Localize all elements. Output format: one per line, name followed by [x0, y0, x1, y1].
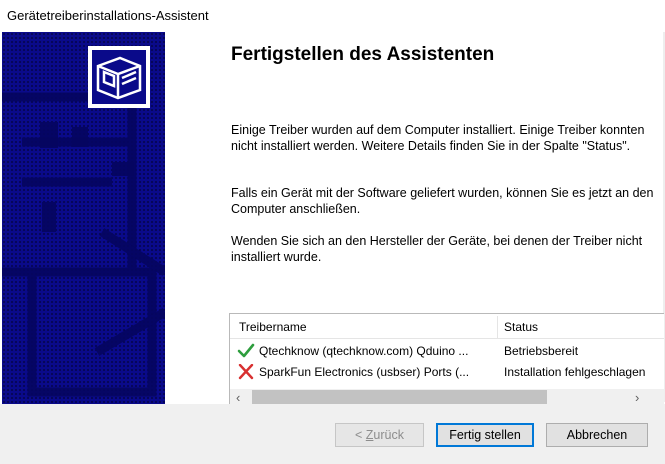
cancel-button[interactable]: Abbrechen: [546, 423, 648, 447]
list-item[interactable]: Qtechknow (qtechknow.com) Qduino ... Bet…: [230, 341, 664, 362]
back-button-label: urück: [373, 428, 404, 442]
wizard-content: Fertigstellen des Assistenten Einige Tre…: [165, 32, 664, 405]
scroll-right-icon[interactable]: ›: [635, 390, 639, 405]
error-x-icon: [238, 364, 254, 380]
info-paragraph-manufacturer: Wenden Sie sich an den Hersteller der Ge…: [231, 234, 643, 264]
list-header: Treibername Status: [230, 314, 664, 339]
scroll-left-icon[interactable]: ‹: [236, 390, 240, 405]
column-header-status[interactable]: Status: [504, 320, 538, 334]
column-divider[interactable]: [497, 316, 498, 338]
back-button-accelerator: Z: [365, 428, 374, 442]
info-paragraph-installed: Einige Treiber wurden auf dem Computer i…: [231, 123, 645, 153]
back-button-prefix: <: [355, 428, 366, 442]
window-title: Gerätetreiberinstallations-Assistent: [7, 8, 209, 23]
wizard-sidebar: [2, 32, 165, 404]
finish-button[interactable]: Fertig stellen: [436, 423, 534, 447]
driver-name: SparkFun Electronics (usbser) Ports (...: [259, 365, 470, 379]
driver-status: Betriebsbereit: [504, 344, 579, 358]
list-item[interactable]: SparkFun Electronics (usbser) Ports (...…: [230, 362, 664, 383]
hardware-card-icon: [88, 46, 150, 108]
checkmark-icon: [237, 343, 255, 358]
title-bar: Gerätetreiberinstallations-Assistent: [0, 0, 665, 32]
scrollbar-thumb[interactable]: [252, 390, 547, 404]
page-title: Fertigstellen des Assistenten: [231, 44, 495, 65]
column-header-driver-name[interactable]: Treibername: [239, 320, 307, 334]
driver-name: Qtechknow (qtechknow.com) Qduino ...: [259, 344, 469, 358]
driver-list[interactable]: Treibername Status Qtechknow (qtechknow.…: [229, 313, 664, 405]
horizontal-scrollbar[interactable]: ‹ ›: [230, 389, 664, 405]
back-button[interactable]: < Zurück: [335, 423, 424, 447]
driver-status: Installation fehlgeschlagen: [504, 365, 646, 379]
info-paragraph-connect: Falls ein Gerät mit der Software geliefe…: [231, 186, 654, 216]
button-bar: < Zurück Fertig stellen Abbrechen: [0, 404, 665, 464]
